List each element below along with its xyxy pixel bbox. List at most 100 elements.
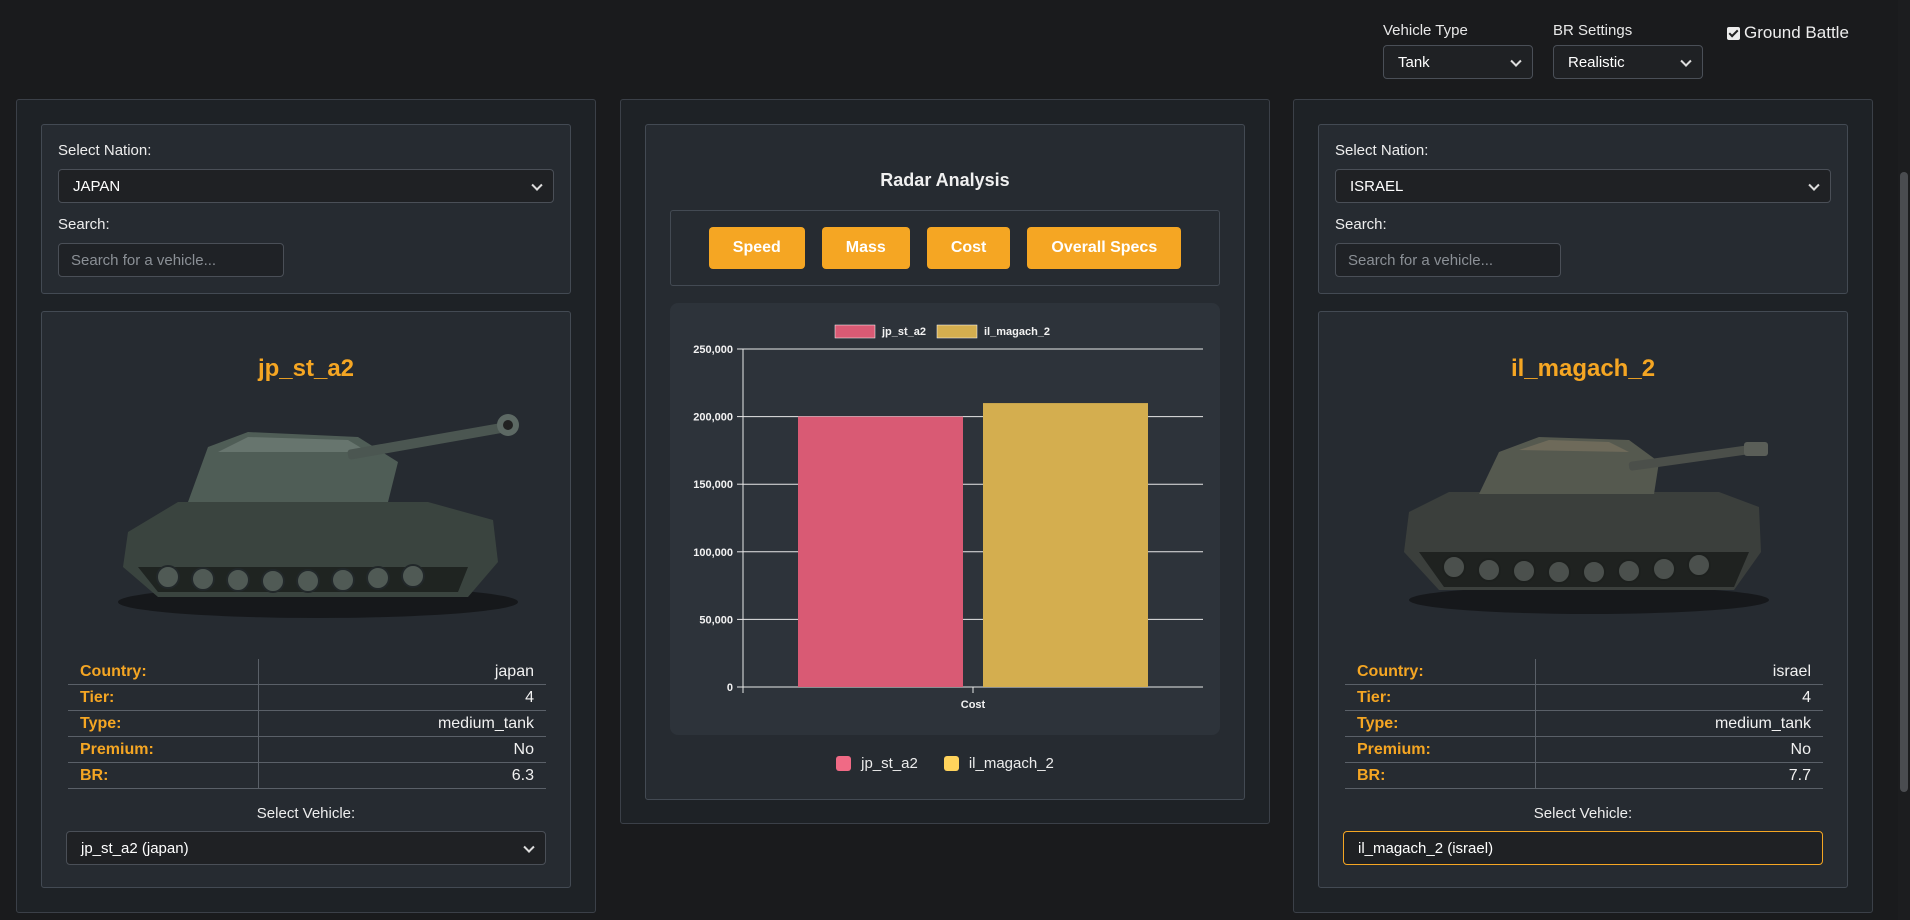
y-tick-label: 0 [727, 682, 733, 694]
y-tick-label: 50,000 [699, 614, 733, 626]
stat-key: Tier: [1357, 688, 1392, 706]
bottom-legend: jp_st_a2 il_magach_2 [646, 755, 1244, 772]
stat-value: No [1535, 737, 1823, 762]
checkbox-checked-icon[interactable] [1727, 26, 1740, 40]
br-settings-value: Realistic [1568, 53, 1625, 71]
stat-value: 4 [1535, 685, 1823, 710]
table-row: Country: israel [1345, 659, 1823, 685]
ground-battle-label: Ground Battle [1744, 23, 1849, 42]
vehicle-name: jp_st_a2 [257, 355, 355, 382]
legend-swatch [836, 756, 852, 771]
selected-vehicle: il_magach_2 (israel) [1358, 839, 1494, 857]
table-row: Type: medium_tank [1345, 711, 1823, 737]
legend-swatch [834, 324, 876, 339]
stat-value: 6.3 [258, 763, 546, 788]
chevron-down-icon [531, 179, 543, 191]
stat-key: Premium: [80, 740, 154, 758]
left-search-input[interactable]: Search for a vehicle... [58, 243, 284, 277]
search-label: Search: [1335, 216, 1387, 233]
chart-svg: 0 50,000 100,000 150,000 200,000 250,000 Cost j… [693, 324, 1203, 711]
select-nation-label: Select Nation: [1335, 142, 1429, 159]
legend-item[interactable]: jp_st_a2 [836, 755, 918, 772]
selected-vehicle: jp_st_a2 (japan) [81, 839, 189, 857]
vehicle-stats-table: Country: israel Tier: 4 Type: medium_tan… [1345, 659, 1823, 789]
search-placeholder: Search for a vehicle... [71, 251, 217, 269]
br-settings-field: BR Settings Realistic [1553, 22, 1703, 79]
tank-image [1404, 437, 1769, 614]
top-bar: Vehicle Type Tank BR Settings Realistic … [0, 0, 1910, 90]
radar-analysis-card: Radar Analysis Speed Mass Cost Overall S… [645, 124, 1245, 800]
stat-value: 4 [258, 685, 546, 710]
legend-swatch [936, 324, 978, 339]
table-row: Type: medium_tank [68, 711, 546, 737]
y-tick-label: 200,000 [693, 412, 733, 424]
cost-button[interactable]: Cost [926, 227, 1011, 269]
overall-specs-button[interactable]: Overall Specs [1027, 227, 1182, 269]
mass-button[interactable]: Mass [821, 227, 910, 269]
table-row: Country: japan [68, 659, 546, 685]
search-label: Search: [58, 216, 110, 233]
right-vehicle-panel: Select Nation: ISRAEL Search: Search for… [1293, 99, 1873, 913]
x-tick-label: Cost [961, 699, 986, 711]
chevron-down-icon [1510, 55, 1522, 67]
br-settings-select[interactable]: Realistic [1553, 45, 1703, 79]
stat-value: 7.7 [1535, 763, 1823, 788]
stat-value: No [258, 737, 546, 762]
vehicle-type-label: Vehicle Type [1383, 22, 1468, 39]
left-vehicle-card: jp_st_a2 Country: japan Tier: 4 Type: me… [41, 311, 571, 888]
table-row: BR: 7.7 [1345, 763, 1823, 789]
table-row: Tier: 4 [1345, 685, 1823, 711]
nation-value: ISRAEL [1350, 177, 1404, 195]
stat-key: Country: [80, 662, 147, 680]
table-row: Premium: No [68, 737, 546, 763]
right-nation-select[interactable]: ISRAEL [1335, 169, 1831, 203]
stat-key: Premium: [1357, 740, 1431, 758]
legend-swatch [943, 756, 959, 771]
right-search-input[interactable]: Search for a vehicle... [1335, 243, 1561, 277]
legend-item[interactable]: il_magach_2 [943, 755, 1054, 772]
stat-key: Tier: [80, 688, 115, 706]
chevron-down-icon [523, 841, 535, 853]
stat-key: Type: [1357, 714, 1399, 732]
legend-label: il_magach_2 [968, 755, 1054, 772]
tank-image [118, 414, 519, 618]
legend-label: jp_st_a2 [881, 326, 926, 338]
nation-value: JAPAN [73, 177, 121, 195]
right-vehicle-card: il_magach_2 Country: israel Tier: 4 Type… [1318, 311, 1848, 888]
vehicle-type-select[interactable]: Tank [1383, 45, 1533, 79]
y-tick-label: 250,000 [693, 344, 733, 356]
chevron-down-icon [1808, 179, 1820, 191]
metric-button-group: Speed Mass Cost Overall Specs [670, 210, 1220, 286]
left-vehicle-panel: Select Nation: JAPAN Search: Search for … [16, 99, 596, 913]
ground-battle-toggle[interactable]: Ground Battle [1727, 23, 1849, 43]
select-nation-label: Select Nation: [58, 142, 152, 159]
stat-value: israel [1535, 659, 1823, 684]
speed-button[interactable]: Speed [708, 227, 805, 269]
chevron-down-icon [1680, 55, 1692, 67]
left-nation-select[interactable]: JAPAN [58, 169, 554, 203]
cost-bar-chart: 0 50,000 100,000 150,000 200,000 250,000 Cost j… [670, 303, 1220, 735]
select-vehicle-label: Select Vehicle: [256, 805, 356, 822]
vehicle-name: il_magach_2 [1510, 355, 1656, 382]
stat-key: Country: [1357, 662, 1424, 680]
comparison-panel: Radar Analysis Speed Mass Cost Overall S… [620, 99, 1270, 824]
stat-value: japan [258, 659, 546, 684]
bar-jp_st_a2 [798, 416, 963, 687]
scrollbar-thumb[interactable] [1900, 172, 1908, 792]
stat-key: Type: [80, 714, 122, 732]
page-scrollbar[interactable] [1898, 0, 1910, 920]
radar-analysis-title: Radar Analysis [880, 170, 1010, 190]
vehicle-type-value: Tank [1398, 53, 1430, 71]
search-placeholder: Search for a vehicle... [1348, 251, 1494, 269]
table-row: BR: 6.3 [68, 763, 546, 789]
table-row: Premium: No [1345, 737, 1823, 763]
table-row: Tier: 4 [68, 685, 546, 711]
vehicle-stats-table: Country: japan Tier: 4 Type: medium_tank… [68, 659, 546, 789]
stat-key: BR: [80, 766, 109, 784]
select-vehicle-label: Select Vehicle: [1533, 805, 1633, 822]
left-vehicle-select[interactable]: jp_st_a2 (japan) [66, 831, 546, 865]
vehicle-type-field: Vehicle Type Tank [1383, 22, 1533, 79]
legend-label: jp_st_a2 [861, 755, 918, 772]
right-vehicle-select[interactable]: il_magach_2 (israel) [1343, 831, 1823, 865]
right-nation-box: Select Nation: ISRAEL Search: Search for… [1318, 124, 1848, 294]
